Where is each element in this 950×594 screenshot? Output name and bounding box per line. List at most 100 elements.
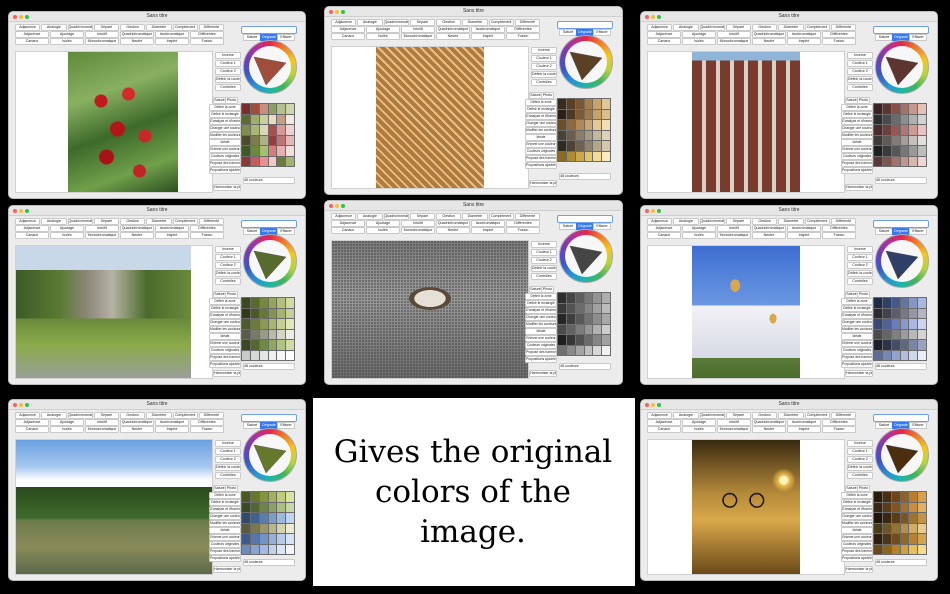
color-mode-tab[interactable]: Effacer (909, 34, 927, 41)
mode-button[interactable]: Canaux (15, 426, 49, 433)
harmony-action-button[interactable]: Propositions ajoutées aux ensembles (525, 162, 557, 169)
color-swatch[interactable] (584, 109, 593, 119)
harmony-action-button[interactable]: Idéale (209, 139, 241, 146)
harmony-action-button[interactable]: Modifier les couleurs (209, 132, 241, 139)
mode-button[interactable]: Différentes (506, 26, 540, 33)
color-count-select[interactable]: 48 couleurs (875, 177, 927, 184)
color-search-field[interactable] (873, 220, 929, 228)
color-swatch[interactable] (882, 298, 891, 308)
color-swatch[interactable] (242, 350, 250, 360)
color-search-field[interactable] (241, 26, 297, 34)
mode-button[interactable]: Neutre (752, 426, 786, 433)
color-swatch[interactable] (909, 350, 918, 360)
color-swatch[interactable] (575, 99, 584, 109)
mode-button[interactable]: Ajoutage (682, 225, 716, 232)
harmony-action-button[interactable]: Idéale (841, 333, 873, 340)
color-swatch[interactable] (268, 492, 277, 502)
color-swatch[interactable] (277, 329, 286, 339)
color-swatch[interactable] (602, 314, 610, 324)
mode-button[interactable]: Isolés (366, 227, 400, 234)
harmony-action-button[interactable]: Enlever une couleur (841, 146, 873, 153)
color-swatch[interactable] (874, 114, 882, 124)
color-swatch[interactable] (593, 345, 602, 355)
harmony-action-button[interactable]: Propositions ajoutées aux ensembles (209, 361, 241, 368)
color-swatch[interactable] (909, 104, 918, 114)
harmony-action-button[interactable]: D'analyse et d'harmonisation (841, 118, 873, 125)
mode-button[interactable]: Diamètre (146, 412, 172, 419)
mode-button[interactable]: Fusion (506, 33, 540, 40)
harmony-action-button[interactable]: Modifier les couleurs (209, 520, 241, 527)
color-swatch[interactable] (242, 308, 250, 318)
mode-button[interactable]: Inspiré (787, 38, 821, 45)
color-swatch[interactable] (259, 544, 268, 554)
color-count-select[interactable]: 48 couleurs (559, 173, 611, 180)
color-swatch[interactable] (250, 156, 259, 166)
wheel-option-button[interactable]: Contrôles (215, 472, 241, 479)
mode-button[interactable]: Quadrichromatique (699, 24, 725, 31)
harmony-action-button[interactable]: Couleurs originales (525, 148, 557, 155)
color-swatch[interactable] (268, 329, 277, 339)
wheel-option-button[interactable]: Couleur 2 (847, 68, 873, 75)
image-canvas[interactable] (647, 439, 845, 575)
color-swatch[interactable] (909, 156, 918, 166)
wheel-option-button[interactable]: Inverse (215, 52, 241, 59)
color-swatch[interactable] (575, 120, 584, 130)
mode-button[interactable]: Différenté (830, 412, 856, 419)
harmony-action-button[interactable]: Propositions ajoutées aux ensembles (209, 167, 241, 174)
mode-button[interactable]: Ajoutage (366, 220, 400, 227)
harmony-action-button[interactable]: Couleurs originales (209, 541, 241, 548)
color-wheel[interactable] (243, 40, 297, 94)
wheel-option-button[interactable]: Inverse (215, 440, 241, 447)
color-swatch[interactable] (558, 109, 566, 119)
mode-button[interactable]: Adjacence (647, 225, 681, 232)
wheel-option-button[interactable]: Couleur 2 (531, 63, 557, 70)
color-swatch[interactable] (584, 345, 593, 355)
color-swatch[interactable] (558, 324, 566, 334)
wheel-option-button[interactable]: Couleur 1 (847, 254, 873, 261)
color-swatch[interactable] (566, 120, 575, 130)
color-swatch[interactable] (891, 492, 900, 502)
color-swatch[interactable] (874, 125, 882, 135)
color-swatch[interactable] (250, 114, 259, 124)
color-swatch[interactable] (250, 135, 259, 145)
harmony-action-button[interactable]: Changer une couleur (209, 319, 241, 326)
harmony-action-button[interactable]: Définir la zone (525, 293, 557, 300)
color-search-field[interactable] (873, 26, 929, 34)
color-swatch[interactable] (286, 544, 294, 554)
color-swatch[interactable] (575, 335, 584, 345)
harmony-action-button[interactable]: Définir le rectangle (209, 499, 241, 506)
wheel-option-button[interactable]: Définir la couleur (531, 71, 557, 78)
harmonize-photo-button[interactable]: Harmoniser la photo (213, 370, 241, 377)
swatch-tab[interactable]: Photo (225, 485, 238, 492)
color-swatch[interactable] (268, 513, 277, 523)
harmonize-photo-button[interactable]: Harmoniser la photo (213, 184, 241, 191)
color-swatch[interactable] (242, 534, 250, 544)
color-swatch[interactable] (900, 298, 909, 308)
swatch-tab[interactable]: Photo (857, 485, 870, 492)
color-swatch[interactable] (259, 502, 268, 512)
color-swatch[interactable] (259, 492, 268, 502)
mode-button[interactable]: Adjacence (15, 419, 49, 426)
mode-button[interactable]: Analogie (41, 412, 67, 419)
color-swatch[interactable] (250, 513, 259, 523)
color-swatch[interactable] (250, 502, 259, 512)
color-swatch[interactable] (566, 293, 575, 303)
harmony-action-button[interactable]: Définir le rectangle (525, 106, 557, 113)
color-swatch[interactable] (242, 135, 250, 145)
color-swatch[interactable] (259, 523, 268, 533)
mode-button[interactable]: Quadrichromatique (383, 19, 409, 26)
harmony-action-button[interactable]: Définir le rectangle (209, 111, 241, 118)
color-swatch[interactable] (268, 114, 277, 124)
color-swatch[interactable] (259, 534, 268, 544)
color-swatch[interactable] (286, 329, 294, 339)
mode-button[interactable]: Adjacence (15, 24, 41, 31)
harmony-action-button[interactable]: Couleurs originales (841, 541, 873, 548)
color-swatch[interactable] (566, 141, 575, 151)
color-swatch[interactable] (909, 329, 918, 339)
wheel-option-button[interactable]: Définir la couleur (847, 464, 873, 471)
mode-button[interactable]: Quadrichromatique (120, 225, 154, 232)
harmony-action-button[interactable]: Propose des harmonies (209, 160, 241, 167)
color-swatch[interactable] (882, 492, 891, 502)
color-swatch[interactable] (593, 109, 602, 119)
color-swatch[interactable] (874, 156, 882, 166)
